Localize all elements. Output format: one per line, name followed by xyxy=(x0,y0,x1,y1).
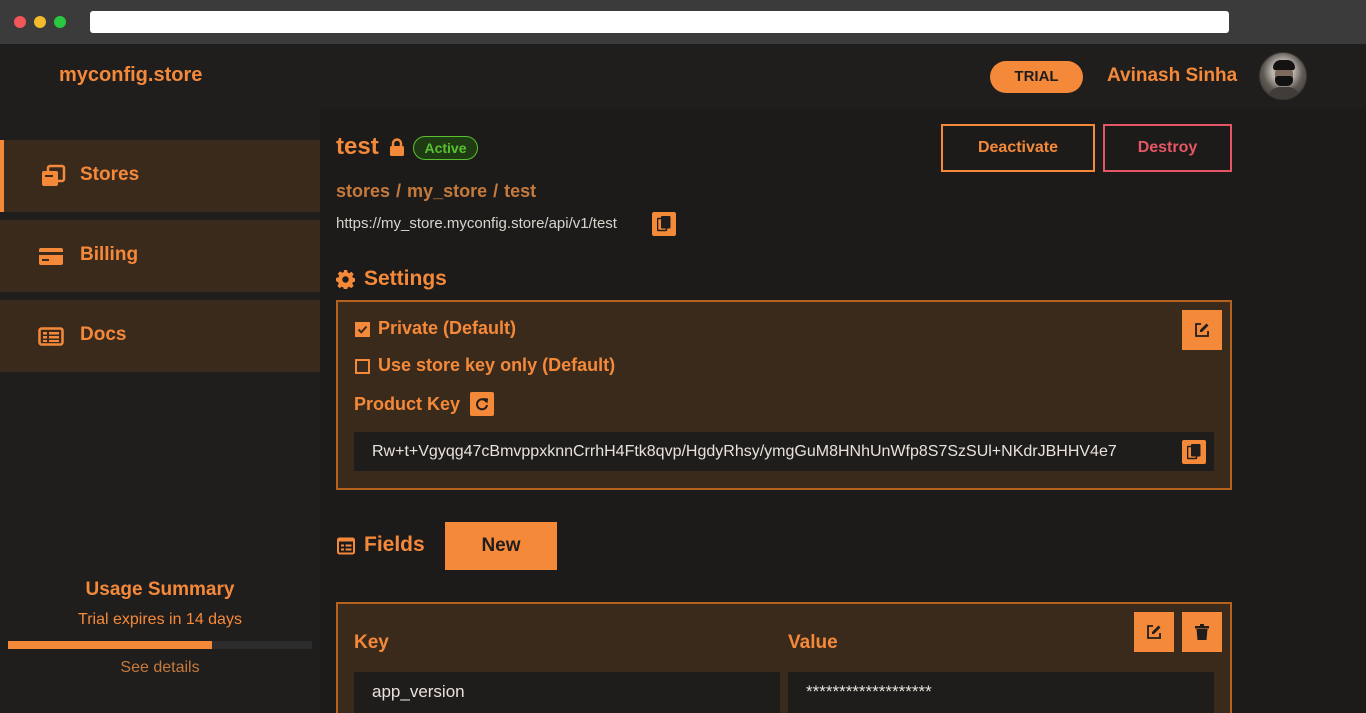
fields-panel: Key Value app_version ******************… xyxy=(336,602,1232,713)
app-logo[interactable]: myconfig.store xyxy=(59,64,202,87)
field-key-input[interactable]: app_version xyxy=(354,672,780,713)
lock-icon xyxy=(390,138,404,156)
private-label[interactable]: Private (Default) xyxy=(378,318,516,339)
close-window-button[interactable] xyxy=(14,16,26,28)
breadcrumb: stores / my_store / test xyxy=(336,181,536,202)
trash-icon xyxy=(1195,624,1209,640)
status-badge: Active xyxy=(413,136,478,160)
usage-progress-fill xyxy=(8,641,212,649)
trial-expiry-text: Trial expires in 14 days xyxy=(78,611,242,628)
edit-settings-button[interactable] xyxy=(1182,310,1222,350)
sidebar-item-label: Billing xyxy=(80,244,139,265)
key-column-header: Key xyxy=(354,632,389,653)
store-key-only-label[interactable]: Use store key only (Default) xyxy=(378,355,615,376)
copy-endpoint-button[interactable] xyxy=(652,212,676,236)
sidebar-item-docs[interactable]: Docs xyxy=(0,300,320,372)
trial-badge[interactable]: TRIAL xyxy=(990,61,1083,93)
sidebar-item-label: Docs xyxy=(80,324,127,345)
edit-icon xyxy=(1147,625,1161,639)
app-header: myconfig.store TRIAL Avinash Sinha xyxy=(0,44,1366,108)
copy-icon xyxy=(657,216,671,232)
minimize-window-button[interactable] xyxy=(34,16,46,28)
destroy-button[interactable]: Destroy xyxy=(1103,124,1232,172)
avatar[interactable] xyxy=(1259,52,1307,100)
value-column-header: Value xyxy=(788,632,838,653)
field-value-input[interactable]: ******************* xyxy=(788,672,1214,713)
copy-icon xyxy=(1187,444,1201,460)
sidebar-item-stores[interactable]: Stores xyxy=(0,140,320,212)
sidebar: Stores Billing Docs Usage Summary Trial … xyxy=(0,108,320,713)
product-key-field[interactable]: Rw+t+Vgyqg47cBmvppxknnCrrhH4Ftk8qvp/Hgdy… xyxy=(354,432,1214,471)
settings-panel: Private (Default) Use store key only (De… xyxy=(336,300,1232,490)
fields-title: Fields xyxy=(364,533,425,556)
usage-summary-title: Usage Summary xyxy=(85,579,235,600)
fields-icon xyxy=(337,537,355,555)
refresh-icon xyxy=(476,398,488,411)
edit-field-button[interactable] xyxy=(1134,612,1174,652)
store-key-only-checkbox[interactable] xyxy=(355,359,370,374)
gear-icon xyxy=(336,270,355,289)
copy-product-key-button[interactable] xyxy=(1182,440,1206,464)
product-key-label: Product Key xyxy=(354,394,461,414)
breadcrumb-item-stores[interactable]: stores xyxy=(336,181,390,201)
endpoint-url: https://my_store.myconfig.store/api/v1/t… xyxy=(336,215,617,232)
see-details-link[interactable]: See details xyxy=(0,659,320,677)
usage-progress-bar xyxy=(8,641,312,649)
sidebar-item-label: Stores xyxy=(80,164,140,185)
regenerate-key-button[interactable] xyxy=(470,392,494,416)
deactivate-button[interactable]: Deactivate xyxy=(941,124,1095,172)
edit-icon xyxy=(1195,323,1209,337)
docs-icon xyxy=(38,327,64,346)
new-field-button[interactable]: New xyxy=(445,522,557,570)
stores-icon xyxy=(42,164,66,186)
sidebar-item-billing[interactable]: Billing xyxy=(0,220,320,292)
breadcrumb-item-current[interactable]: test xyxy=(504,181,536,201)
credit-card-icon xyxy=(39,248,63,265)
user-name[interactable]: Avinash Sinha xyxy=(1107,65,1237,87)
private-checkbox[interactable] xyxy=(355,322,370,337)
address-bar[interactable] xyxy=(90,11,1229,33)
browser-chrome xyxy=(0,0,1366,44)
breadcrumb-separator: / xyxy=(493,181,499,201)
check-icon xyxy=(357,325,368,334)
maximize-window-button[interactable] xyxy=(54,16,66,28)
delete-field-button[interactable] xyxy=(1182,612,1222,652)
breadcrumb-item-store[interactable]: my_store xyxy=(407,181,487,201)
settings-title: Settings xyxy=(364,267,447,290)
page-title: test xyxy=(336,133,379,160)
breadcrumb-separator: / xyxy=(396,181,402,201)
